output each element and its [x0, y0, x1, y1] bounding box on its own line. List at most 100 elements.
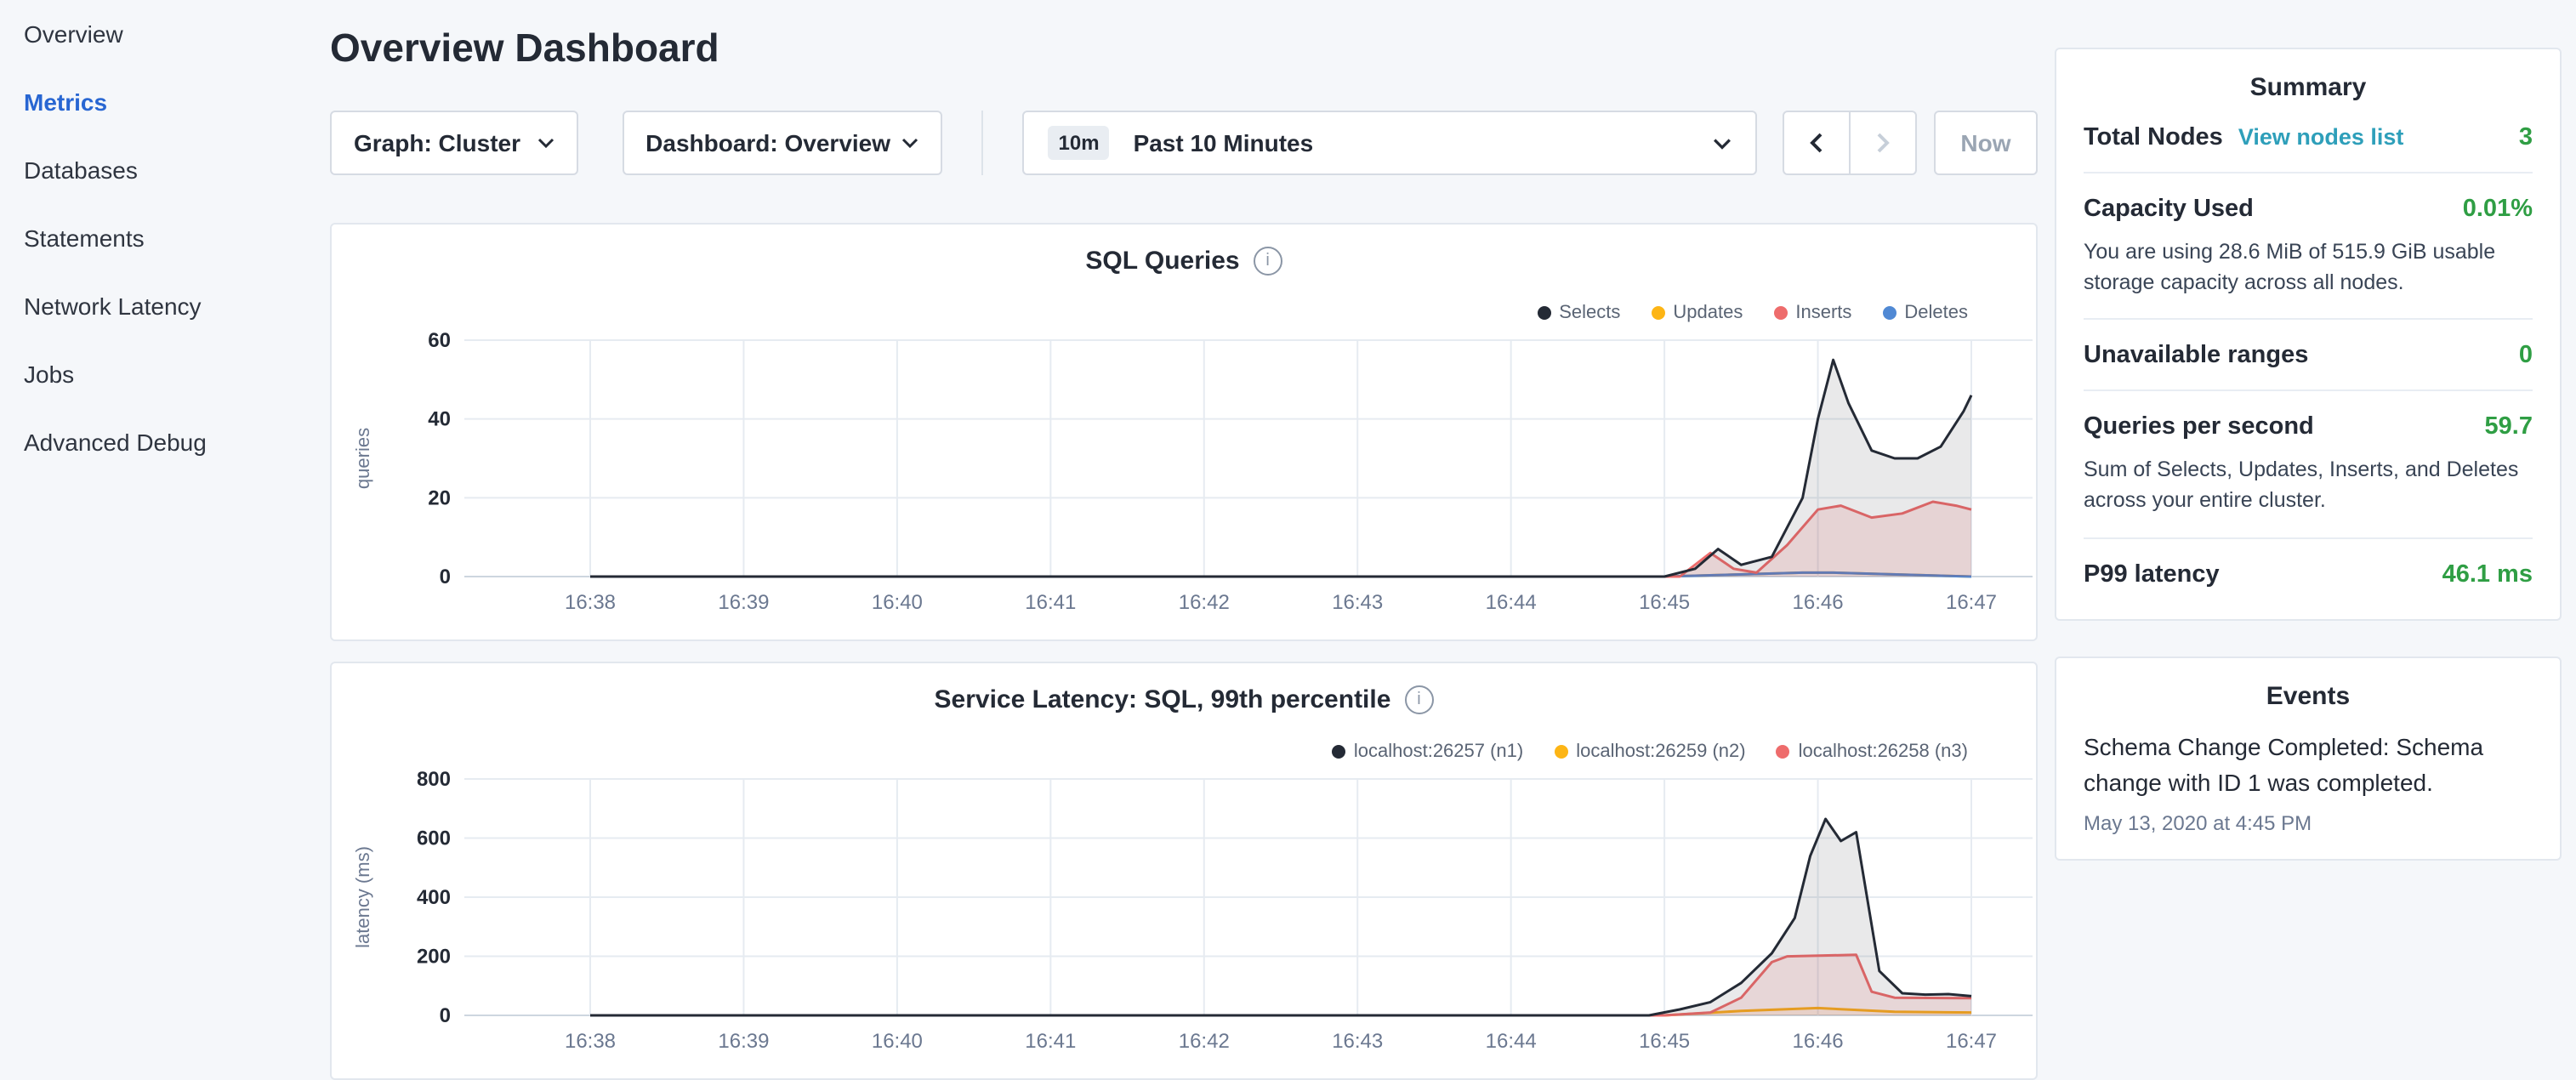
- time-pager: [1783, 111, 1917, 175]
- controls-divider: [982, 111, 984, 175]
- sidebar-item-statements[interactable]: Statements: [24, 204, 330, 272]
- summary-row-queries-per-second: Queries per second59.7 Sum of Selects, Up…: [2084, 392, 2533, 539]
- chart-title: Service Latency: SQL, 99th percentile: [935, 685, 1391, 714]
- summary-value: 46.1 ms: [2442, 560, 2533, 588]
- dashboard-dropdown[interactable]: Dashboard: Overview: [622, 111, 942, 175]
- time-range-picker[interactable]: 10m Past 10 Minutes: [1023, 111, 1757, 175]
- summary-panel: Summary Total NodesView nodes list3Capac…: [2055, 48, 2562, 620]
- summary-label: Unavailable ranges: [2084, 343, 2308, 370]
- svg-text:40: 40: [428, 408, 451, 431]
- summary-row-header: Queries per second59.7: [2084, 414, 2533, 441]
- event-message: Schema Change Completed: Schema change w…: [2084, 729, 2533, 803]
- service-latency-chart[interactable]: 020040060080016:3816:3916:4016:4116:4216…: [332, 663, 2038, 1080]
- legend-label: Inserts: [1795, 303, 1851, 323]
- summary-row-capacity-used: Capacity Used0.01%You are using 28.6 MiB…: [2084, 173, 2533, 321]
- sidebar: OverviewMetricsDatabasesStatementsNetwor…: [0, 0, 330, 476]
- summary-rows: Total NodesView nodes list3Capacity Used…: [2084, 102, 2533, 594]
- sidebar-item-network-latency[interactable]: Network Latency: [24, 272, 330, 340]
- previous-range-button[interactable]: [1783, 111, 1851, 175]
- legend-item-localhost-26257-n1[interactable]: localhost:26257 (n1): [1332, 742, 1523, 762]
- svg-text:600: 600: [417, 827, 451, 850]
- chart-legend: Selects Updates Inserts Deletes: [1537, 303, 1968, 323]
- legend-dot: [1777, 745, 1790, 759]
- chart-title: SQL Queries: [1085, 247, 1239, 276]
- svg-text:0: 0: [440, 1004, 451, 1027]
- svg-text:16:47: 16:47: [1946, 1030, 1997, 1053]
- svg-text:16:43: 16:43: [1332, 1030, 1383, 1053]
- chart-title-row: Service Latency: SQL, 99th percentile i: [332, 685, 2036, 714]
- legend-item-inserts[interactable]: Inserts: [1773, 303, 1851, 323]
- chevron-down-icon: [902, 138, 919, 148]
- service-latency-chart-card: Service Latency: SQL, 99th percentile i …: [330, 662, 2038, 1080]
- svg-text:800: 800: [417, 768, 451, 791]
- sidebar-item-advanced-debug[interactable]: Advanced Debug: [24, 408, 330, 476]
- graph-scope-dropdown[interactable]: Graph: Cluster: [330, 111, 577, 175]
- legend-item-selects[interactable]: Selects: [1537, 303, 1620, 323]
- summary-row-unavailable-ranges: Unavailable ranges 0: [2084, 321, 2533, 392]
- summary-label: P99 latency: [2084, 560, 2220, 588]
- page-title: Overview Dashboard: [330, 26, 2038, 71]
- legend-dot: [1882, 306, 1896, 320]
- sidebar-item-databases[interactable]: Databases: [24, 136, 330, 204]
- summary-label: Queries per second: [2084, 414, 2314, 441]
- sidebar-item-overview[interactable]: Overview: [24, 0, 330, 68]
- time-range-badge: 10m: [1049, 126, 1110, 160]
- events-panel: Events Schema Change Completed: Schema c…: [2055, 656, 2562, 861]
- main-content: Overview Dashboard Graph: Cluster Dashbo…: [330, 0, 2038, 1080]
- svg-text:16:40: 16:40: [872, 1030, 923, 1053]
- metrics-page: OverviewMetricsDatabasesStatementsNetwor…: [0, 0, 2576, 1080]
- svg-text:16:39: 16:39: [718, 1030, 769, 1053]
- legend-item-updates[interactable]: Updates: [1651, 303, 1743, 323]
- sql-queries-chart-card: SQL Queries i Selects Updates Inserts Delet…: [330, 223, 2038, 641]
- svg-text:0: 0: [440, 566, 451, 588]
- sidebar-item-jobs[interactable]: Jobs: [24, 340, 330, 408]
- chevron-left-icon: [1810, 133, 1823, 153]
- svg-text:60: 60: [428, 329, 451, 352]
- y-axis-label: queries: [352, 428, 373, 489]
- svg-text:16:44: 16:44: [1486, 1030, 1537, 1053]
- legend-dot: [1332, 745, 1345, 759]
- legend-dot: [1651, 306, 1664, 320]
- summary-description: You are using 28.6 MiB of 515.9 GiB usab…: [2084, 236, 2533, 298]
- legend-item-localhost-26258-n3[interactable]: localhost:26258 (n3): [1777, 742, 1968, 762]
- next-range-button[interactable]: [1849, 111, 1917, 175]
- time-range-label: Past 10 Minutes: [1134, 129, 1713, 156]
- sidebar-item-metrics[interactable]: Metrics: [24, 68, 330, 136]
- summary-description: Sum of Selects, Updates, Inserts, and De…: [2084, 455, 2533, 517]
- summary-value: 3: [2519, 124, 2533, 151]
- legend-dot: [1773, 306, 1787, 320]
- y-axis-label: latency (ms): [352, 846, 373, 948]
- info-icon[interactable]: i: [1254, 247, 1282, 276]
- svg-text:16:40: 16:40: [872, 591, 923, 614]
- svg-text:16:46: 16:46: [1793, 591, 1844, 614]
- info-icon[interactable]: i: [1404, 685, 1433, 714]
- svg-text:16:39: 16:39: [718, 591, 769, 614]
- svg-text:16:44: 16:44: [1486, 591, 1537, 614]
- legend-dot: [1554, 745, 1567, 759]
- svg-text:16:47: 16:47: [1946, 591, 1997, 614]
- svg-text:16:46: 16:46: [1793, 1030, 1844, 1053]
- sql-queries-chart[interactable]: 020406016:3816:3916:4016:4116:4216:4316:…: [332, 225, 2038, 641]
- legend-item-deletes[interactable]: Deletes: [1882, 303, 1968, 323]
- legend-label: Updates: [1673, 303, 1743, 323]
- chevron-down-icon: [537, 138, 554, 148]
- legend-label: localhost:26259 (n2): [1576, 742, 1745, 762]
- svg-text:16:42: 16:42: [1179, 1030, 1230, 1053]
- summary-row-header: Unavailable ranges 0: [2084, 343, 2533, 370]
- view-nodes-list-link[interactable]: View nodes list: [2238, 124, 2404, 150]
- legend-dot: [1537, 306, 1550, 320]
- svg-text:20: 20: [428, 486, 451, 509]
- svg-text:16:45: 16:45: [1639, 591, 1690, 614]
- svg-text:16:42: 16:42: [1179, 591, 1230, 614]
- svg-text:16:43: 16:43: [1332, 591, 1383, 614]
- legend-item-localhost-26259-n2[interactable]: localhost:26259 (n2): [1554, 742, 1745, 762]
- svg-text:16:41: 16:41: [1025, 591, 1076, 614]
- dashboard-controls: Graph: Cluster Dashboard: Overview 10m P…: [330, 111, 2038, 175]
- chart-title-row: SQL Queries i: [332, 247, 2036, 276]
- summary-value: 0.01%: [2463, 196, 2533, 223]
- summary-value: 0: [2519, 343, 2533, 370]
- svg-text:16:45: 16:45: [1639, 1030, 1690, 1053]
- dashboard-label: Dashboard: Overview: [645, 129, 890, 156]
- now-button[interactable]: Now: [1934, 111, 2038, 175]
- summary-row-p99-latency: P99 latency 46.1 ms: [2084, 538, 2533, 594]
